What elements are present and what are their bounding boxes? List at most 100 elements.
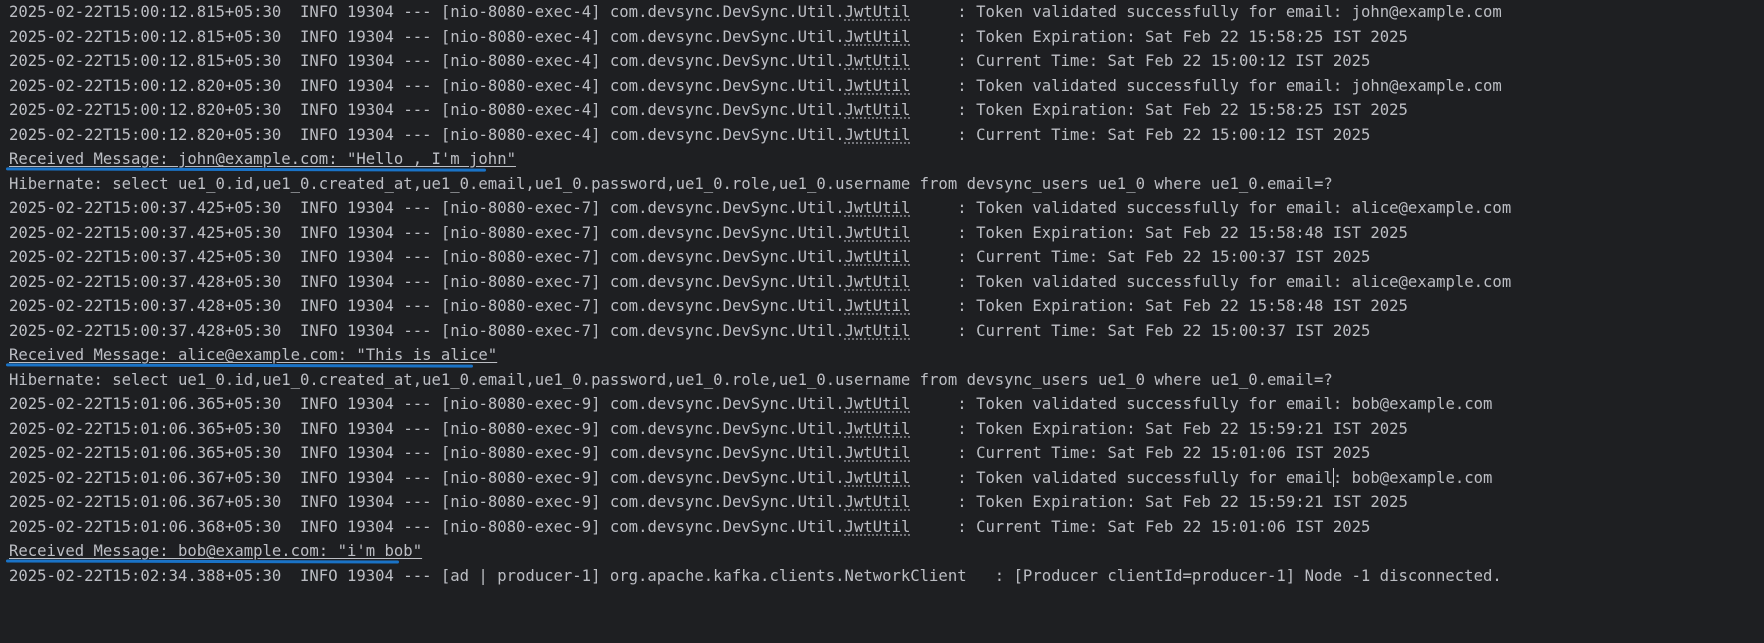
log-logger-class-link[interactable]: JwtUtil <box>845 224 911 242</box>
log-logger-package: com.devsync.DevSync.Util. <box>609 395 845 413</box>
log-message: : Current Time: Sat Feb 22 15:00:37 IST … <box>957 321 1371 340</box>
log-logger-class-link[interactable]: JwtUtil <box>845 273 911 291</box>
log-pid: 19304 <box>347 444 394 462</box>
log-logger-package: com.devsync.DevSync.Util. <box>609 125 845 144</box>
log-thread: [nio-8080-exec-4] <box>440 76 601 95</box>
log-thread: [nio-8080-exec-7] <box>440 199 601 217</box>
log-message: : Current Time: Sat Feb 22 15:00:12 IST … <box>957 125 1371 144</box>
hibernate-sql-line: Hibernate: select ue1_0.id,ue1_0.created… <box>9 172 1333 196</box>
log-timestamp: 2025-02-22T15:01:06.368+05:30 <box>9 517 282 536</box>
log-logger-class-link[interactable]: JwtUtil <box>845 444 911 462</box>
log-separator: --- <box>403 3 432 21</box>
log-level: INFO <box>300 27 338 46</box>
log-message: : Token validated successfully for email… <box>957 3 1502 21</box>
annotation-underline <box>5 362 474 368</box>
log-message: : Token Expiration: Sat Feb 22 15:59:21 … <box>957 419 1408 438</box>
log-line-partial: 2025-02-22T15:02:34.388+05:30 INFO 19304… <box>9 564 1502 588</box>
log-logger-package: com.devsync.DevSync.Util. <box>609 76 845 95</box>
log-logger-package: com.devsync.DevSync.Util. <box>609 27 845 46</box>
log-timestamp: 2025-02-22T15:00:12.820+05:30 <box>9 101 282 119</box>
log-timestamp: 2025-02-22T15:01:06.367+05:30 <box>9 468 282 487</box>
log-timestamp: 2025-02-22T15:00:37.425+05:30 <box>9 223 282 242</box>
log-line: 2025-02-22T15:00:37.428+05:30 INFO 19304… <box>9 319 1370 343</box>
log-logger-class-link[interactable]: JwtUtil <box>845 52 911 70</box>
log-line: 2025-02-22T15:00:12.815+05:30 INFO 19304… <box>9 0 1502 24</box>
log-logger-class-link[interactable]: JwtUtil <box>845 199 911 217</box>
log-separator: --- <box>403 297 432 315</box>
log-level: INFO <box>300 199 338 217</box>
received-message-text: Received Message: bob@example.com: "i'm … <box>9 542 423 560</box>
log-message: : Token validated successfully for email… <box>957 76 1502 95</box>
log-separator: --- <box>403 199 432 217</box>
log-thread: [nio-8080-exec-4] <box>440 125 601 144</box>
log-message: : Token Expiration: Sat Feb 22 15:58:25 … <box>957 27 1408 46</box>
log-timestamp: 2025-02-22T15:00:37.428+05:30 <box>9 272 282 291</box>
log-logger-class-link[interactable]: JwtUtil <box>845 28 911 46</box>
annotation-underline <box>5 166 487 172</box>
log-line: 2025-02-22T15:00:12.815+05:30 INFO 19304… <box>9 25 1408 49</box>
received-message-text: Received Message: alice@example.com: "Th… <box>9 346 498 364</box>
log-line: 2025-02-22T15:01:06.367+05:30 INFO 19304… <box>9 466 1492 490</box>
log-level: INFO <box>300 125 338 144</box>
log-line: 2025-02-22T15:01:06.367+05:30 INFO 19304… <box>9 490 1408 514</box>
log-pid: 19304 <box>347 27 394 46</box>
log-thread: [nio-8080-exec-7] <box>440 272 601 291</box>
hibernate-sql-text: Hibernate: select ue1_0.id,ue1_0.created… <box>9 370 1333 389</box>
log-line: 2025-02-22T15:00:12.815+05:30 INFO 19304… <box>9 49 1370 73</box>
log-logger-package: com.devsync.DevSync.Util. <box>609 248 845 266</box>
log-separator: --- <box>403 468 432 487</box>
log-level: INFO <box>300 3 338 21</box>
log-message: : Token Expiration: Sat Feb 22 15:58:25 … <box>957 101 1408 119</box>
log-message: : Token validated successfully for email… <box>957 468 1493 487</box>
log-logger-class-link[interactable]: JwtUtil <box>845 322 911 340</box>
log-logger-class-link[interactable]: JwtUtil <box>845 395 911 413</box>
log-logger-package: com.devsync.DevSync.Util. <box>609 517 845 536</box>
log-pid: 19304 <box>347 3 394 21</box>
log-pid: 19304 <box>347 125 394 144</box>
log-logger-package: com.devsync.DevSync.Util. <box>609 3 845 21</box>
log-logger-package: com.devsync.DevSync.Util. <box>609 223 845 242</box>
log-logger-package: com.devsync.DevSync.Util. <box>609 321 845 340</box>
log-thread: [nio-8080-exec-9] <box>440 419 601 438</box>
log-level: INFO <box>300 101 338 119</box>
log-thread: [nio-8080-exec-9] <box>440 395 601 413</box>
log-logger-class-link[interactable]: JwtUtil <box>845 3 911 21</box>
log-level: INFO <box>300 493 338 511</box>
log-logger-class-link[interactable]: JwtUtil <box>845 248 911 266</box>
log-logger-class-link[interactable]: JwtUtil <box>845 469 911 487</box>
log-message: : Current Time: Sat Feb 22 15:00:37 IST … <box>957 248 1371 266</box>
log-pid: 19304 <box>347 468 394 487</box>
log-message: : Current Time: Sat Feb 22 15:00:12 IST … <box>957 52 1371 70</box>
log-timestamp: 2025-02-22T15:00:37.428+05:30 <box>9 321 282 340</box>
log-timestamp: 2025-02-22T15:01:06.365+05:30 <box>9 444 282 462</box>
log-separator: --- <box>403 517 432 536</box>
console-output[interactable]: 2025-02-22T15:00:12.815+05:30 INFO 19304… <box>0 0 1764 643</box>
log-pid: 19304 <box>347 272 394 291</box>
log-level: INFO <box>300 52 338 70</box>
log-pid: 19304 <box>347 321 394 340</box>
log-logger-package: com.devsync.DevSync.Util. <box>609 199 845 217</box>
log-line: 2025-02-22T15:00:37.428+05:30 INFO 19304… <box>9 270 1511 294</box>
log-message: : Token Expiration: Sat Feb 22 15:59:21 … <box>957 493 1408 511</box>
log-line: 2025-02-22T15:01:06.365+05:30 INFO 19304… <box>9 441 1370 465</box>
log-logger-class-link[interactable]: JwtUtil <box>845 126 911 144</box>
log-pid: 19304 <box>347 101 394 119</box>
log-logger-class-link[interactable]: JwtUtil <box>845 518 911 536</box>
log-message: : Current Time: Sat Feb 22 15:01:06 IST … <box>957 444 1371 462</box>
log-pid: 19304 <box>347 248 394 266</box>
log-logger-class-link[interactable]: JwtUtil <box>845 101 911 119</box>
log-logger-class-link[interactable]: JwtUtil <box>845 493 911 511</box>
log-timestamp: 2025-02-22T15:01:06.365+05:30 <box>9 395 282 413</box>
annotation-underline <box>5 558 400 564</box>
log-thread: [nio-8080-exec-7] <box>440 321 601 340</box>
log-separator: --- <box>403 52 432 70</box>
log-thread: [nio-8080-exec-7] <box>440 223 601 242</box>
log-level: INFO <box>300 395 338 413</box>
log-level: INFO <box>300 468 338 487</box>
log-logger-package: com.devsync.DevSync.Util. <box>609 52 845 70</box>
log-line: 2025-02-22T15:00:37.425+05:30 INFO 19304… <box>9 196 1511 220</box>
log-logger-class-link[interactable]: JwtUtil <box>845 420 911 438</box>
log-logger-class-link[interactable]: JwtUtil <box>845 77 911 95</box>
log-logger-class-link[interactable]: JwtUtil <box>845 297 911 315</box>
log-timestamp: 2025-02-22T15:00:12.820+05:30 <box>9 76 282 95</box>
